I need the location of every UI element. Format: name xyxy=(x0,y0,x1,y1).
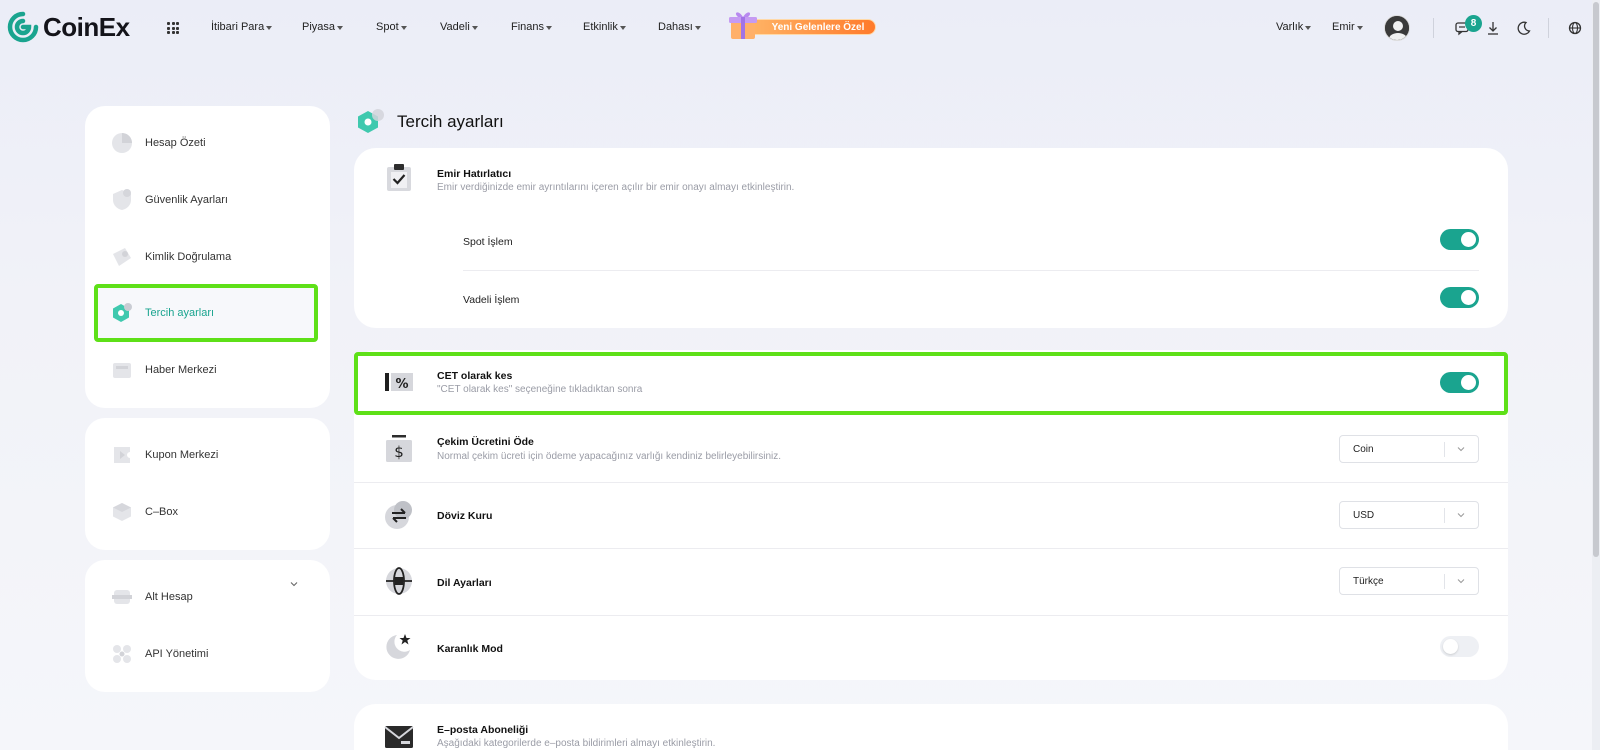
sidebar-item-security[interactable]: Güvenlik Ayarları xyxy=(85,180,330,220)
pie-chart-icon xyxy=(112,133,132,153)
moon-icon[interactable] xyxy=(1516,20,1532,36)
nav-spot[interactable]: Spot xyxy=(376,21,407,33)
coinex-logo-icon xyxy=(7,11,39,43)
sidebar-item-news[interactable]: Haber Merkezi xyxy=(85,350,330,390)
order-reminder-card: Emir Hatırlatıcı Emir verdiğinizde emir … xyxy=(354,148,1508,328)
clipboard-check-icon xyxy=(387,164,411,191)
nav-finance[interactable]: Finans xyxy=(511,21,553,33)
exchange-rate-icon xyxy=(385,501,412,529)
email-subscription-title: E–posta Aboneliği xyxy=(437,724,529,736)
chevron-down-icon xyxy=(1457,513,1465,518)
scrollbar-thumb[interactable] xyxy=(1593,2,1599,557)
sidebar-item-account-overview[interactable]: Hesap Özeti xyxy=(85,123,330,163)
envelope-icon xyxy=(384,726,414,748)
page-header: Tercih ayarları xyxy=(355,107,504,137)
shield-icon xyxy=(113,189,131,210)
cet-toggle[interactable] xyxy=(1440,372,1479,393)
sidebar-account-tools-group: Alt Hesap API Yönetimi xyxy=(85,560,330,692)
withdraw-fee-title: Çekim Ücretini Öde xyxy=(437,436,534,448)
cet-title: CET olarak kes xyxy=(437,370,513,382)
page-scrollbar[interactable] xyxy=(1592,0,1600,750)
nav-orders[interactable]: Emir xyxy=(1332,21,1363,33)
nav-activities[interactable]: Etkinlik xyxy=(583,21,626,33)
divider xyxy=(463,270,1479,271)
withdraw-fee-select[interactable]: Coin xyxy=(1339,435,1479,463)
withdraw-fee-desc: Normal çekim ücreti için ödeme yapacağın… xyxy=(437,451,782,462)
promo-label: Yeni Gelenlere Özel xyxy=(740,19,876,35)
percent-discount-icon: % xyxy=(385,373,413,392)
coupon-icon xyxy=(114,447,130,463)
svg-text:$: $ xyxy=(394,443,404,461)
id-card-icon xyxy=(113,248,131,266)
chevron-down-icon xyxy=(1457,447,1465,452)
api-icon xyxy=(113,645,131,663)
nav-futures[interactable]: Vadeli xyxy=(440,21,478,33)
newcomer-promo-banner[interactable]: Yeni Gelenlere Özel xyxy=(726,6,878,40)
caret-down-icon xyxy=(1356,25,1363,30)
sidebar-item-cbox[interactable]: C–Box xyxy=(85,492,330,532)
newspaper-icon xyxy=(113,363,131,378)
apps-grid-icon[interactable] xyxy=(167,22,179,34)
dark-mode-icon xyxy=(386,634,411,659)
globe-icon[interactable] xyxy=(1567,20,1583,36)
email-subscription-card: E–posta Aboneliği Aşağıdaki kategorilerd… xyxy=(354,704,1508,750)
order-reminder-desc: Emir verdiğinizde emir ayrıntılarını içe… xyxy=(437,182,795,193)
language-select[interactable]: Türkçe xyxy=(1339,567,1479,595)
user-icon xyxy=(1385,16,1409,40)
divider xyxy=(354,615,1508,616)
caret-down-icon xyxy=(471,25,478,30)
subaccount-icon xyxy=(112,590,132,604)
gift-icon xyxy=(729,12,757,39)
spot-trade-label: Spot İşlem xyxy=(463,236,513,248)
caret-down-icon xyxy=(694,25,701,30)
separator xyxy=(1548,18,1549,38)
hexagon-settings-icon xyxy=(358,109,384,133)
caret-down-icon xyxy=(337,25,344,30)
caret-down-icon xyxy=(619,25,626,30)
coinex-logo[interactable]: CoinEx xyxy=(7,11,130,43)
top-navbar: CoinEx İtibari Para Piyasa Spot Vadeli F… xyxy=(0,0,1600,56)
sidebar-rewards-group: Kupon Merkezi C–Box xyxy=(85,418,330,550)
svg-text:%: % xyxy=(395,377,408,392)
currency-title: Döviz Kuru xyxy=(437,510,493,522)
chevron-down-icon xyxy=(1457,579,1465,584)
withdraw-fee-icon: $ xyxy=(386,435,412,462)
hexagon-settings-icon xyxy=(113,303,132,322)
language-title: Dil Ayarları xyxy=(437,577,492,589)
nav-more[interactable]: Dahası xyxy=(658,21,701,33)
cet-desc: "CET olarak kes" seçeneğine tıkladıktan … xyxy=(437,384,643,395)
notification-badge: 8 xyxy=(1465,15,1482,32)
nav-market[interactable]: Piyasa xyxy=(302,21,344,33)
dark-mode-toggle[interactable] xyxy=(1440,636,1479,657)
user-avatar[interactable] xyxy=(1384,15,1410,41)
sidebar-item-preferences[interactable]: Tercih ayarları xyxy=(85,293,330,333)
sidebar-item-subaccount[interactable]: Alt Hesap xyxy=(85,577,330,617)
caret-down-icon xyxy=(1305,25,1312,30)
cube-icon xyxy=(113,503,131,521)
sidebar-item-coupons[interactable]: Kupon Merkezi xyxy=(85,435,330,475)
separator xyxy=(1433,18,1434,38)
divider xyxy=(354,548,1508,549)
order-reminder-title: Emir Hatırlatıcı xyxy=(437,168,512,180)
caret-down-icon xyxy=(266,25,273,30)
nav-assets[interactable]: Varlık xyxy=(1276,21,1312,33)
futures-trade-label: Vadeli İşlem xyxy=(463,294,520,306)
spot-trade-toggle[interactable] xyxy=(1440,229,1479,250)
dark-mode-title: Karanlık Mod xyxy=(437,643,503,655)
brand-name: CoinEx xyxy=(43,11,130,42)
page-title: Tercih ayarları xyxy=(397,112,504,131)
email-subscription-desc: Aşağıdaki kategorilerde e–posta bildirim… xyxy=(437,738,716,749)
globe-icon xyxy=(386,567,412,595)
caret-down-icon xyxy=(400,25,407,30)
sidebar-account-group: Hesap Özeti Güvenlik Ayarları Kimlik Doğ… xyxy=(85,106,330,408)
divider xyxy=(354,482,1508,483)
cet-deduction-row: % CET olarak kes "CET olarak kes" seçene… xyxy=(354,352,1508,415)
caret-down-icon xyxy=(546,25,553,30)
download-icon[interactable] xyxy=(1485,20,1501,36)
futures-trade-toggle[interactable] xyxy=(1440,287,1479,308)
sidebar-item-identity[interactable]: Kimlik Doğrulama xyxy=(85,237,330,277)
currency-select[interactable]: USD xyxy=(1339,501,1479,529)
nav-fiat[interactable]: İtibari Para xyxy=(211,21,273,33)
sidebar-item-api[interactable]: API Yönetimi xyxy=(85,634,330,674)
